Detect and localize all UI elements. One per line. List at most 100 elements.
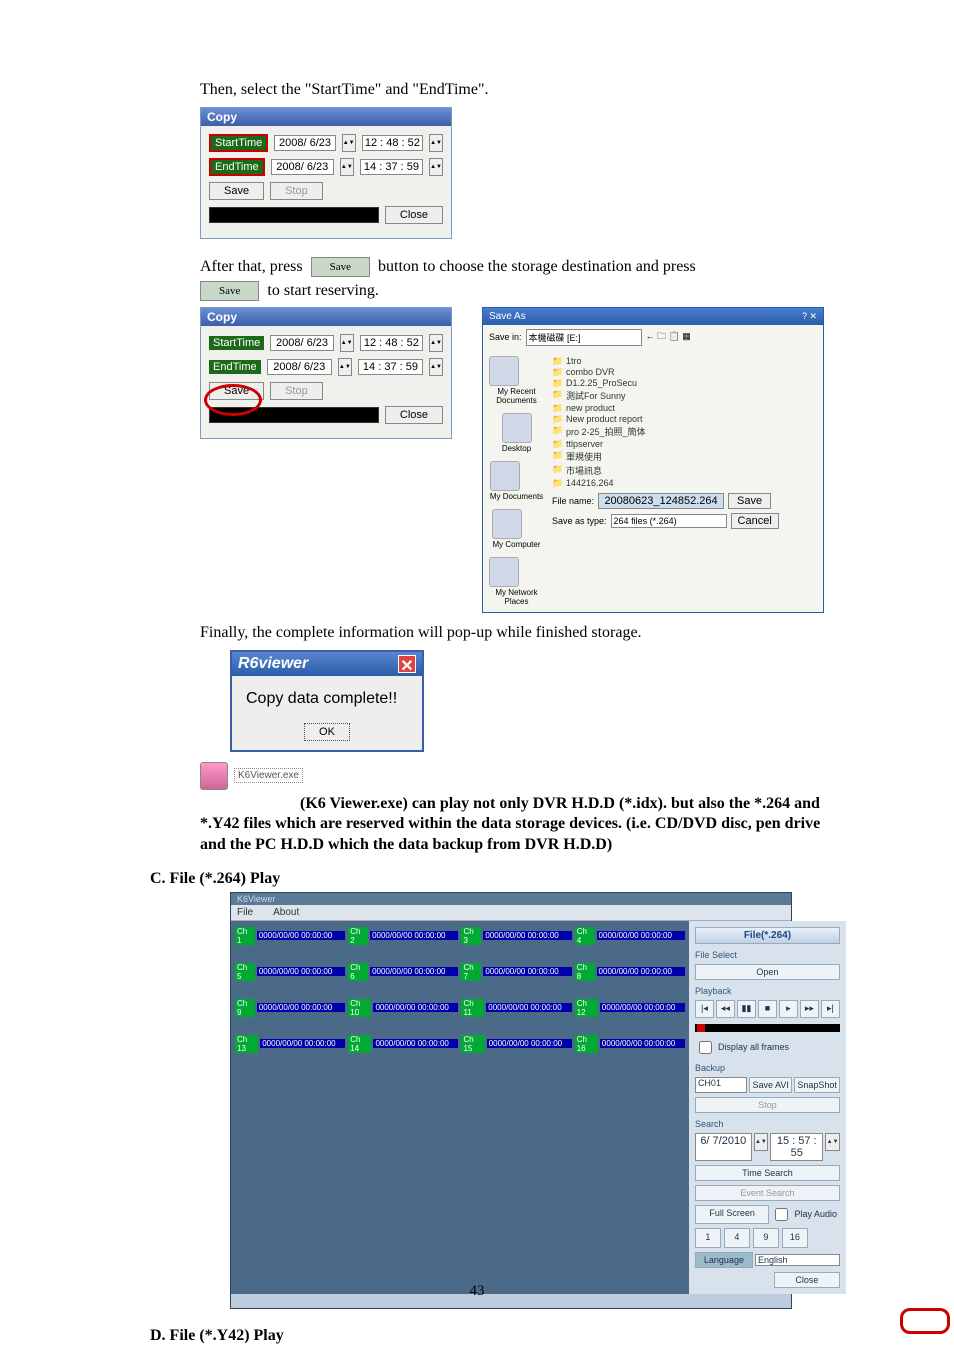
start-date[interactable]: 2008/ 6/23 xyxy=(270,335,333,351)
copy-title: Copy xyxy=(201,308,451,326)
grid-1-button[interactable]: 1 xyxy=(695,1228,721,1248)
list-item[interactable]: 測試For Sunny xyxy=(552,389,817,403)
list-item[interactable]: D1.2.25_ProSecu xyxy=(552,378,817,389)
backup-channel-select[interactable]: CH01 xyxy=(695,1077,747,1093)
time-search-button[interactable]: Time Search xyxy=(695,1165,840,1181)
starttime-label: StartTime xyxy=(209,134,268,152)
filetype-dropdown[interactable]: 264 files (*.264) xyxy=(611,514,727,528)
grid-16-button[interactable]: 16 xyxy=(782,1228,808,1248)
toolbar-icons[interactable]: ← 🗀 📋 ▦ xyxy=(646,329,691,345)
menu-about[interactable]: About xyxy=(273,907,299,918)
last-icon[interactable]: ▸| xyxy=(821,1000,840,1018)
ff-icon[interactable]: ▸▸ xyxy=(800,1000,819,1018)
stop-icon[interactable]: ■ xyxy=(758,1000,777,1018)
list-item[interactable]: New product report xyxy=(552,414,817,425)
snapshot-button[interactable]: SnapShot xyxy=(794,1077,840,1093)
intro-text: Then, select the "StartTime" and "EndTim… xyxy=(200,80,834,101)
spin-icon[interactable]: ▲▼ xyxy=(340,158,354,176)
start-time[interactable]: 12 : 48 : 52 xyxy=(362,135,423,151)
list-item[interactable]: 1tro xyxy=(552,356,817,367)
list-item[interactable]: pro 2-25_拍照_簡体 xyxy=(552,425,817,439)
playback-label: Playback xyxy=(695,986,840,996)
save-button[interactable]: Save xyxy=(728,493,771,509)
ch-label: Ch 9 xyxy=(235,999,255,1017)
ch-timestamp: 0000/00/00 00:00:00 xyxy=(257,967,345,976)
list-item[interactable]: combo DVR xyxy=(552,367,817,378)
spin-icon[interactable]: ▲▼ xyxy=(338,358,352,376)
spin-icon[interactable]: ▲▼ xyxy=(429,334,443,352)
ch-timestamp: 0000/00/00 00:00:00 xyxy=(486,1003,571,1012)
close-icon[interactable]: ✕ xyxy=(398,655,416,673)
first-icon[interactable]: |◂ xyxy=(695,1000,714,1018)
endtime-label: EndTime xyxy=(209,158,265,176)
rew-icon[interactable]: ◂◂ xyxy=(716,1000,735,1018)
play-icon[interactable]: ▸ xyxy=(779,1000,798,1018)
save-button[interactable]: Save xyxy=(209,182,264,200)
ch-timestamp: 0000/00/00 00:00:00 xyxy=(597,967,685,976)
spin-icon[interactable]: ▲▼ xyxy=(429,134,443,152)
end-date[interactable]: 2008/ 6/23 xyxy=(267,359,332,375)
spin-icon[interactable]: ▲▼ xyxy=(754,1133,769,1151)
recent-icon[interactable] xyxy=(489,356,519,386)
help-close-icons[interactable]: ? ✕ xyxy=(802,311,817,322)
end-date[interactable]: 2008/ 6/23 xyxy=(271,159,334,175)
stop-button: Stop xyxy=(695,1097,840,1113)
list-item[interactable]: ttlpserver xyxy=(552,439,817,450)
save-button-inline-2[interactable]: Save xyxy=(200,281,259,301)
computer-icon[interactable] xyxy=(492,509,522,539)
start-reserving-text: to start reserving. xyxy=(267,282,379,300)
close-button[interactable]: Close xyxy=(385,406,443,424)
close-button[interactable]: Close xyxy=(385,206,443,224)
places-bar[interactable]: My Recent Documents Desktop My Documents… xyxy=(489,356,544,606)
list-item[interactable]: 軍規使用 xyxy=(552,450,817,464)
ok-button[interactable]: OK xyxy=(304,723,350,741)
list-item[interactable]: 144216.264 xyxy=(552,478,817,489)
start-date[interactable]: 2008/ 6/23 xyxy=(274,135,335,151)
ch-timestamp: 0000/00/00 00:00:00 xyxy=(370,931,458,940)
backup-label: Backup xyxy=(695,1063,840,1073)
documents-icon[interactable] xyxy=(490,461,520,491)
end-time[interactable]: 14 : 37 : 59 xyxy=(358,359,423,375)
finally-text: Finally, the complete information will p… xyxy=(200,623,834,644)
spin-icon[interactable]: ▲▼ xyxy=(825,1133,840,1151)
ch-label: Ch 5 xyxy=(235,963,255,981)
after-press-text: After that, press xyxy=(200,258,303,276)
desktop-icon[interactable] xyxy=(502,413,532,443)
grid-9-button[interactable]: 9 xyxy=(753,1228,779,1248)
search-time[interactable]: 15 : 57 : 55 xyxy=(770,1133,823,1161)
open-button[interactable]: Open xyxy=(695,964,840,980)
language-select[interactable]: English xyxy=(755,1254,840,1266)
progress-bar[interactable] xyxy=(695,1024,840,1032)
file-list[interactable]: 1tro combo DVR D1.2.25_ProSecu 測試For Sun… xyxy=(552,356,817,606)
menu-file[interactable]: File xyxy=(237,907,253,918)
red-highlight-circle-2 xyxy=(900,1308,950,1334)
k6viewer-exe-icon[interactable] xyxy=(200,762,228,790)
ch-label: Ch 11 xyxy=(461,999,484,1017)
pause-icon[interactable]: ▮▮ xyxy=(737,1000,756,1018)
start-time[interactable]: 12 : 48 : 52 xyxy=(360,335,423,351)
fullscreen-button[interactable]: Full Screen xyxy=(695,1205,770,1224)
network-icon[interactable] xyxy=(489,557,519,587)
save-button-inline[interactable]: Save xyxy=(311,257,370,277)
ch-timestamp: 0000/00/00 00:00:00 xyxy=(600,1003,685,1012)
list-item[interactable]: new product xyxy=(552,403,817,414)
spin-icon[interactable]: ▲▼ xyxy=(429,358,443,376)
search-date[interactable]: 6/ 7/2010 xyxy=(695,1133,752,1161)
exe-filename: K6Viewer.exe xyxy=(234,768,303,783)
save-avi-button[interactable]: Save AVI xyxy=(749,1077,792,1093)
spin-icon[interactable]: ▲▼ xyxy=(340,334,354,352)
ch-timestamp: 0000/00/00 00:00:00 xyxy=(487,1039,572,1048)
after-press-text-2: button to choose the storage destination… xyxy=(378,258,696,276)
filename-input[interactable]: 20080623_124852.264 xyxy=(598,493,724,509)
spin-icon[interactable]: ▲▼ xyxy=(429,158,443,176)
save-as-dialog: Save As ? ✕ Save in: 本機磁碟 [E:] ← 🗀 📋 ▦ M… xyxy=(482,307,824,613)
display-all-checkbox[interactable] xyxy=(699,1041,712,1054)
end-time[interactable]: 14 : 37 : 59 xyxy=(360,159,423,175)
file-select-label: File Select xyxy=(695,950,840,960)
cancel-button[interactable]: Cancel xyxy=(731,513,779,529)
play-audio-checkbox[interactable] xyxy=(775,1208,788,1221)
spin-icon[interactable]: ▲▼ xyxy=(342,134,356,152)
list-item[interactable]: 市場訊息 xyxy=(552,464,817,478)
grid-4-button[interactable]: 4 xyxy=(724,1228,750,1248)
save-in-dropdown[interactable]: 本機磁碟 [E:] xyxy=(526,329,642,346)
